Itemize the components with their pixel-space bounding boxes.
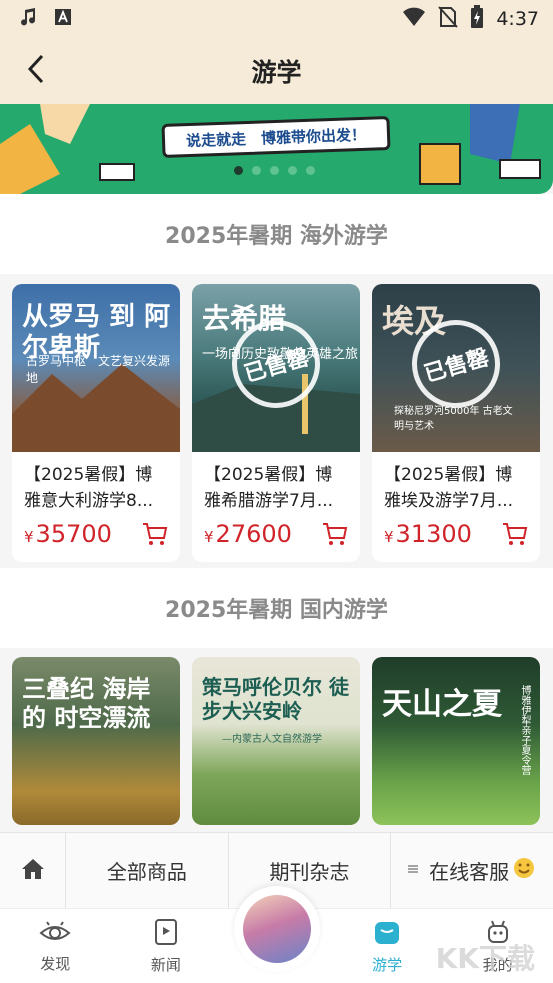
product-image: 埃及 探秘尼罗河5000年 古老文明与艺术 已售罄 — [372, 284, 540, 452]
product-title: 【2025暑假】博雅意大利游学8... — [24, 465, 154, 511]
menu-all-products[interactable]: 全部商品 — [66, 833, 229, 908]
product-image-title: 策马呼伦贝尔 徒步大兴安岭 — [202, 675, 349, 723]
product-image-title: 三叠纪 海岸的 时空漂流 — [22, 675, 151, 732]
wifi-icon — [402, 7, 426, 32]
menu-grip-icon — [407, 863, 419, 879]
product-price: ¥35700 — [24, 520, 112, 548]
tab-label: 发现 — [40, 954, 71, 973]
tab-label: 新闻 — [150, 955, 181, 974]
domestic-card-row: 三叠纪 海岸的 时空漂流 策马呼伦贝尔 徒步大兴安岭 —内蒙古人文自然游学 天山… — [0, 657, 553, 825]
product-card[interactable]: 三叠纪 海岸的 时空漂流 — [12, 657, 180, 825]
font-a-icon — [54, 8, 72, 30]
cart-icon[interactable] — [502, 522, 528, 546]
home-button[interactable] — [0, 833, 66, 908]
banner-carousel[interactable]: 说走就走 博雅带你出发！ — [0, 104, 553, 194]
no-sim-icon — [438, 5, 459, 33]
tab-discover[interactable]: 发现 — [0, 909, 111, 983]
page-title: 游学 — [251, 58, 302, 87]
product-price: ¥27600 — [204, 520, 292, 548]
product-card[interactable]: 策马呼伦贝尔 徒步大兴安岭 —内蒙古人文自然游学 — [192, 657, 360, 825]
product-image: 天山之夏 博雅伊犁亲子夏令营 — [372, 657, 540, 825]
chevron-left-icon — [27, 54, 45, 88]
product-image-title: 天山之夏 — [382, 687, 502, 722]
section-title-overseas: 2025年暑期 海外游学 — [0, 194, 553, 274]
product-image: 三叠纪 海岸的 时空漂流 — [12, 657, 180, 825]
product-price: ¥31300 — [384, 520, 472, 548]
eye-icon — [39, 919, 71, 949]
product-card[interactable]: 去希腊 一场向历史致敬的英雄之旅 已售罄 【2025暑假】博雅希腊游学7月...… — [192, 284, 360, 562]
product-card[interactable]: 从罗马 到 阿尔卑斯 古罗马中枢 文艺复兴发源地 【2025暑假】博雅意大利游学… — [12, 284, 180, 562]
smiling-emoji-icon — [511, 856, 537, 885]
customer-service-label: 在线客服 — [429, 860, 510, 884]
header-bar: 游学 — [0, 38, 553, 104]
home-icon — [20, 857, 46, 885]
carousel-dot[interactable] — [270, 166, 279, 175]
product-image-subtitle: 博雅伊犁亲子夏令营 — [519, 685, 530, 775]
section-title-domestic: 2025年暑期 国内游学 — [0, 568, 553, 648]
menu-customer-service[interactable]: 在线客服 — [391, 833, 553, 908]
music-note-icon — [18, 7, 38, 31]
product-image-subtitle: 古罗马中枢 文艺复兴发源地 — [26, 354, 171, 385]
watermark: KK下载 — [435, 942, 535, 975]
bag-icon — [373, 918, 401, 950]
carousel-dot[interactable] — [306, 166, 315, 175]
product-card[interactable]: 天山之夏 博雅伊犁亲子夏令营 — [372, 657, 540, 825]
avatar — [243, 895, 311, 963]
product-card[interactable]: 埃及 探秘尼罗河5000年 古老文明与艺术 已售罄 【2025暑假】博雅埃及游学… — [372, 284, 540, 562]
carousel-dot[interactable] — [234, 166, 243, 175]
product-image: 去希腊 一场向历史致敬的英雄之旅 已售罄 — [192, 284, 360, 452]
status-bar: 4:37 — [0, 0, 553, 38]
center-avatar-button[interactable] — [234, 886, 320, 972]
carousel-dots — [234, 166, 315, 175]
product-title: 【2025暑假】博雅希腊游学7月... — [204, 465, 334, 511]
play-book-icon — [153, 918, 179, 950]
back-button[interactable] — [18, 52, 54, 90]
cart-icon[interactable] — [142, 522, 168, 546]
status-time: 4:37 — [496, 8, 539, 30]
tab-study-tour[interactable]: 游学 — [332, 909, 443, 983]
tab-label: 游学 — [372, 955, 403, 974]
cart-icon[interactable] — [322, 522, 348, 546]
carousel-dot[interactable] — [252, 166, 261, 175]
product-image-subtitle: —内蒙古人文自然游学 — [222, 734, 322, 745]
overseas-card-row: 从罗马 到 阿尔卑斯 古罗马中枢 文艺复兴发源地 【2025暑假】博雅意大利游学… — [0, 284, 553, 562]
product-image: 从罗马 到 阿尔卑斯 古罗马中枢 文艺复兴发源地 — [12, 284, 180, 452]
tab-news[interactable]: 新闻 — [111, 909, 222, 983]
battery-charging-icon — [470, 4, 484, 34]
carousel-dot[interactable] — [288, 166, 297, 175]
product-title: 【2025暑假】博雅埃及游学7月... — [384, 465, 514, 511]
product-image: 策马呼伦贝尔 徒步大兴安岭 —内蒙古人文自然游学 — [192, 657, 360, 825]
